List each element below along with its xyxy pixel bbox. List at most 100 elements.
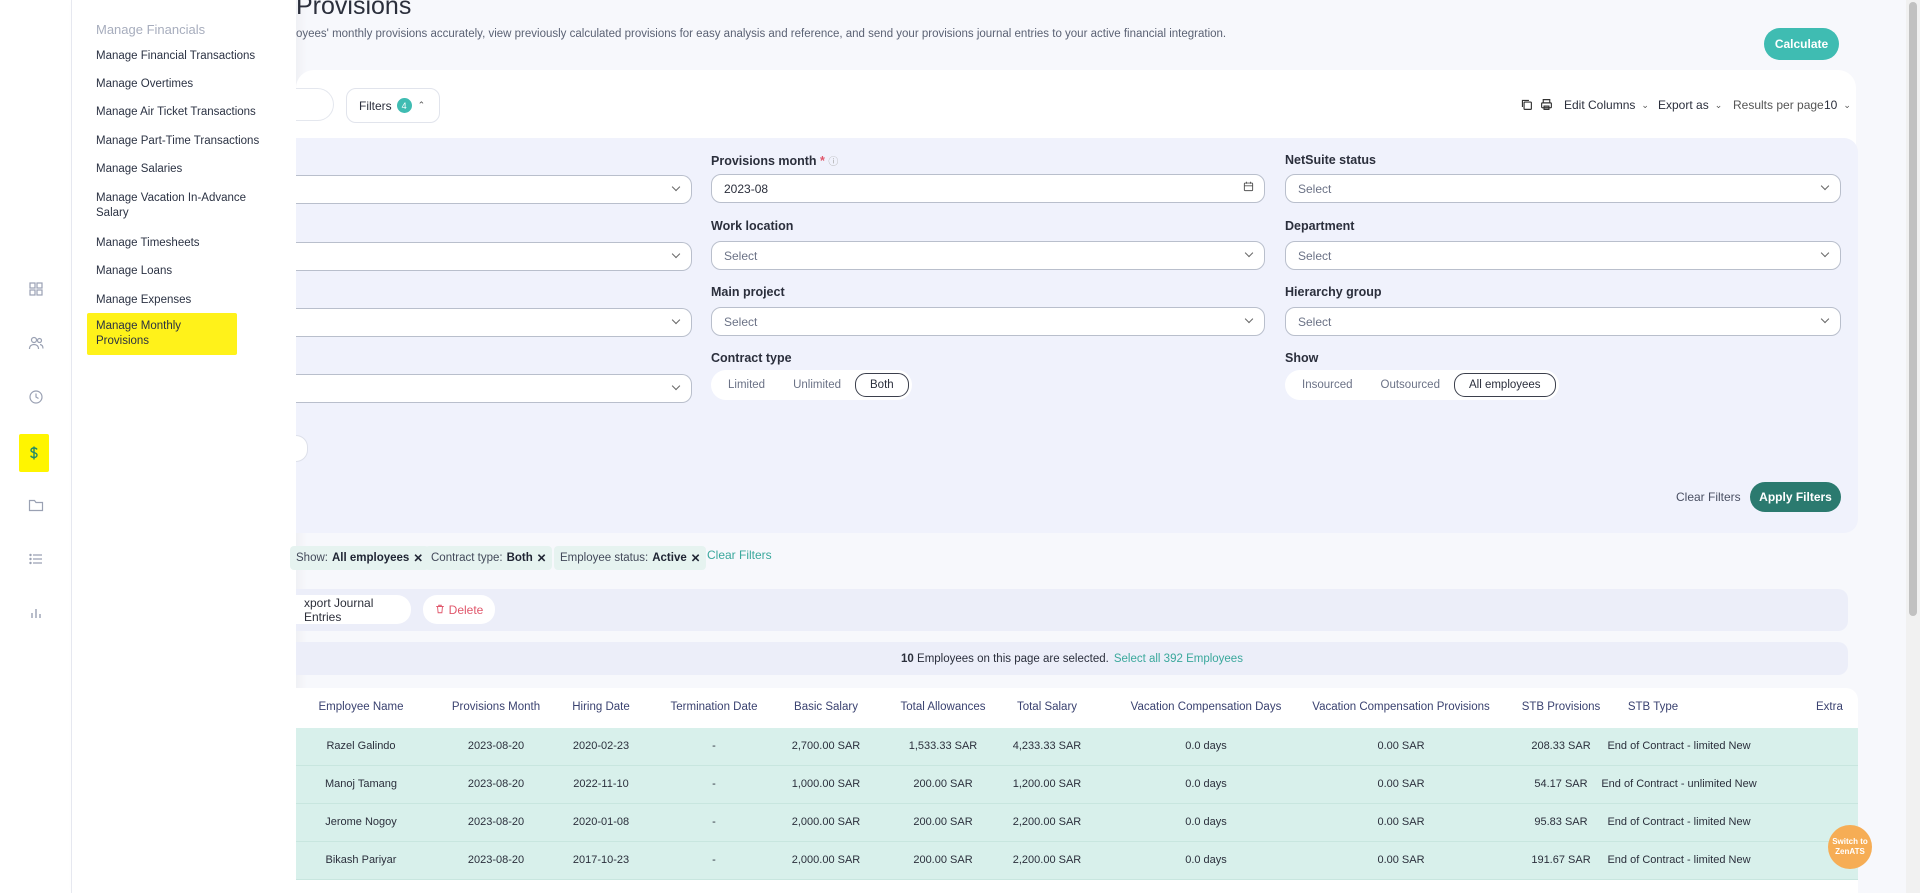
cell-hiring-date: 2020-01-08 (572, 816, 630, 828)
clock-icon[interactable] (22, 383, 50, 411)
close-icon[interactable]: ✕ (413, 551, 423, 565)
show-option-outsourced[interactable]: Outsourced (1367, 374, 1454, 396)
list-icon[interactable] (22, 545, 50, 573)
column-header-vacation-compensation-days[interactable]: Vacation Compensation Days (1126, 701, 1286, 713)
menu-item-financial-transactions[interactable]: Manage Financial Transactions (96, 49, 276, 64)
menu-item-salaries[interactable]: Manage Salaries (96, 162, 276, 177)
show-label: Show (1285, 351, 1319, 365)
dashboard-icon[interactable] (22, 275, 50, 303)
chevron-down-icon: ⌄ (1714, 99, 1723, 110)
cell-hiring-date: 2017-10-23 (572, 854, 630, 866)
icon-rail (0, 0, 72, 893)
chip-show: Show: All employees ✕ (290, 546, 429, 570)
cell-vacation-provisions: 0.00 SAR (1377, 778, 1425, 790)
column-header-termination-date[interactable]: Termination Date (662, 701, 766, 713)
toggle-stub[interactable] (296, 435, 308, 462)
menu-item-timesheets[interactable]: Manage Timesheets (96, 236, 276, 251)
cell-vacation-provisions: 0.00 SAR (1377, 740, 1425, 752)
clear-filters-link[interactable]: Clear Filters (1676, 490, 1741, 504)
filters-toggle-button[interactable]: Filters 4 ⌃ (346, 88, 440, 123)
switch-to-zenats-button[interactable]: Switch to ZenATS (1828, 825, 1872, 869)
column-header-stb-type[interactable]: STB Type (1618, 701, 1688, 713)
cell-stb-type: End of Contract - limited New (1607, 854, 1751, 866)
apply-filters-button[interactable]: Apply Filters (1750, 482, 1841, 512)
column-header-stb-provisions[interactable]: STB Provisions (1516, 701, 1606, 713)
close-icon[interactable]: ✕ (537, 551, 547, 565)
folder-icon[interactable] (22, 491, 50, 519)
chip-key: Employee status: (560, 552, 649, 564)
menu-item-vacation-in-advance-salary[interactable]: Manage Vacation In-Advance Salary (96, 191, 256, 221)
chevron-down-icon (1820, 248, 1830, 258)
contract-option-both[interactable]: Both (855, 373, 909, 397)
main-project-select[interactable]: Select (711, 307, 1265, 336)
table-row[interactable]: Manoj Tamang 2023-08-20 2022-11-10 - 1,000.0… (296, 766, 1858, 804)
cell-total-allowances: 200.00 SAR (913, 778, 973, 790)
menu-item-air-ticket-transactions[interactable]: Manage Air Ticket Transactions (96, 105, 276, 120)
zen-line2: ZenATS (1835, 847, 1865, 856)
bar-chart-icon[interactable] (22, 599, 50, 627)
contract-type-label: Contract type (711, 351, 792, 365)
close-icon[interactable]: ✕ (691, 551, 701, 565)
cell-total-allowances: 1,533.33 SAR (908, 740, 978, 752)
column-header-basic-salary[interactable]: Basic Salary (786, 701, 866, 713)
people-icon[interactable] (22, 329, 50, 357)
netsuite-status-label: NetSuite status (1285, 153, 1376, 167)
export-as-dropdown[interactable]: Export as ⌄ (1658, 98, 1722, 112)
hierarchy-group-label: Hierarchy group (1285, 285, 1382, 299)
table-row[interactable]: Jerome Nogoy 2023-08-20 2020-01-08 - 2,000.0… (296, 804, 1858, 842)
menu-item-expenses[interactable]: Manage Expenses (96, 293, 276, 308)
column-header-hiring-date[interactable]: Hiring Date (561, 701, 641, 713)
copy-icon[interactable] (1520, 98, 1533, 111)
chips-clear-filters-link[interactable]: Clear Filters (707, 548, 772, 562)
page-scrollbar[interactable] (1906, 0, 1920, 893)
department-select[interactable]: Select (1285, 241, 1841, 270)
main-project-label: Main project (711, 285, 785, 299)
calculate-button[interactable]: Calculate (1764, 28, 1839, 60)
chip-value: Active (652, 552, 687, 564)
filter-select-stub-2[interactable] (296, 242, 692, 271)
show-toggle: Insourced Outsourced All employees (1285, 370, 1559, 400)
table-row[interactable]: Bikash Pariyar 2023-08-20 2017-10-23 - 2,000… (296, 842, 1858, 880)
cell-vacation-provisions: 0.00 SAR (1377, 854, 1425, 866)
column-header-employee-name[interactable]: Employee Name (311, 701, 411, 713)
work-location-select[interactable]: Select (711, 241, 1265, 270)
filter-select-stub-1[interactable] (296, 175, 692, 204)
export-journal-entries-button[interactable]: xport Journal Entries (296, 595, 411, 624)
table-row[interactable]: Razel Galindo 2023-08-20 2020-02-23 - 2,700.… (296, 728, 1858, 766)
column-header-provisions-month[interactable]: Provisions Month (446, 701, 546, 713)
select-placeholder: Select (1298, 314, 1332, 329)
scrollbar-thumb[interactable] (1909, 2, 1917, 616)
cell-termination-date: - (712, 854, 716, 866)
select-placeholder: Select (1298, 248, 1332, 263)
netsuite-status-select[interactable]: Select (1285, 174, 1841, 203)
menu-item-overtimes[interactable]: Manage Overtimes (96, 77, 276, 92)
menu-item-monthly-provisions[interactable]: Manage Monthly Provisions (87, 313, 237, 355)
results-per-page-select[interactable]: 10 ⌄ (1824, 98, 1851, 112)
print-icon[interactable] (1540, 98, 1553, 111)
dollar-icon[interactable] (19, 434, 49, 472)
edit-columns-dropdown[interactable]: Edit Columns ⌄ (1564, 98, 1649, 112)
chip-key: Contract type: (431, 552, 503, 564)
contract-option-limited[interactable]: Limited (714, 374, 779, 396)
menu-item-loans[interactable]: Manage Loans (96, 264, 276, 279)
chevron-down-icon (1244, 314, 1254, 324)
provisions-month-input[interactable]: 2023-08 (711, 174, 1265, 203)
column-header-extra[interactable]: Extra (1816, 701, 1858, 713)
provisions-month-label-text: Provisions month (711, 154, 817, 168)
column-header-total-salary[interactable]: Total Salary (1007, 701, 1087, 713)
chip-contract-type: Contract type: Both ✕ (425, 546, 553, 570)
show-option-all-employees[interactable]: All employees (1453, 373, 1556, 397)
column-header-vacation-compensation-provisions[interactable]: Vacation Compensation Provisions (1311, 701, 1491, 713)
delete-button[interactable]: Delete (423, 595, 495, 624)
select-all-employees-link[interactable]: Select all 392 Employees (1114, 653, 1243, 665)
hierarchy-group-select[interactable]: Select (1285, 307, 1841, 336)
show-option-insourced[interactable]: Insourced (1288, 374, 1367, 396)
column-header-total-allowances[interactable]: Total Allowances (893, 701, 993, 713)
search-input[interactable] (296, 88, 334, 121)
cell-vacation-days: 0.0 days (1185, 778, 1227, 790)
filter-select-stub-3[interactable] (296, 308, 692, 337)
cell-total-allowances: 200.00 SAR (913, 854, 973, 866)
contract-option-unlimited[interactable]: Unlimited (779, 374, 855, 396)
menu-item-part-time-transactions[interactable]: Manage Part-Time Transactions (96, 134, 276, 149)
filter-select-stub-4[interactable] (296, 374, 692, 403)
